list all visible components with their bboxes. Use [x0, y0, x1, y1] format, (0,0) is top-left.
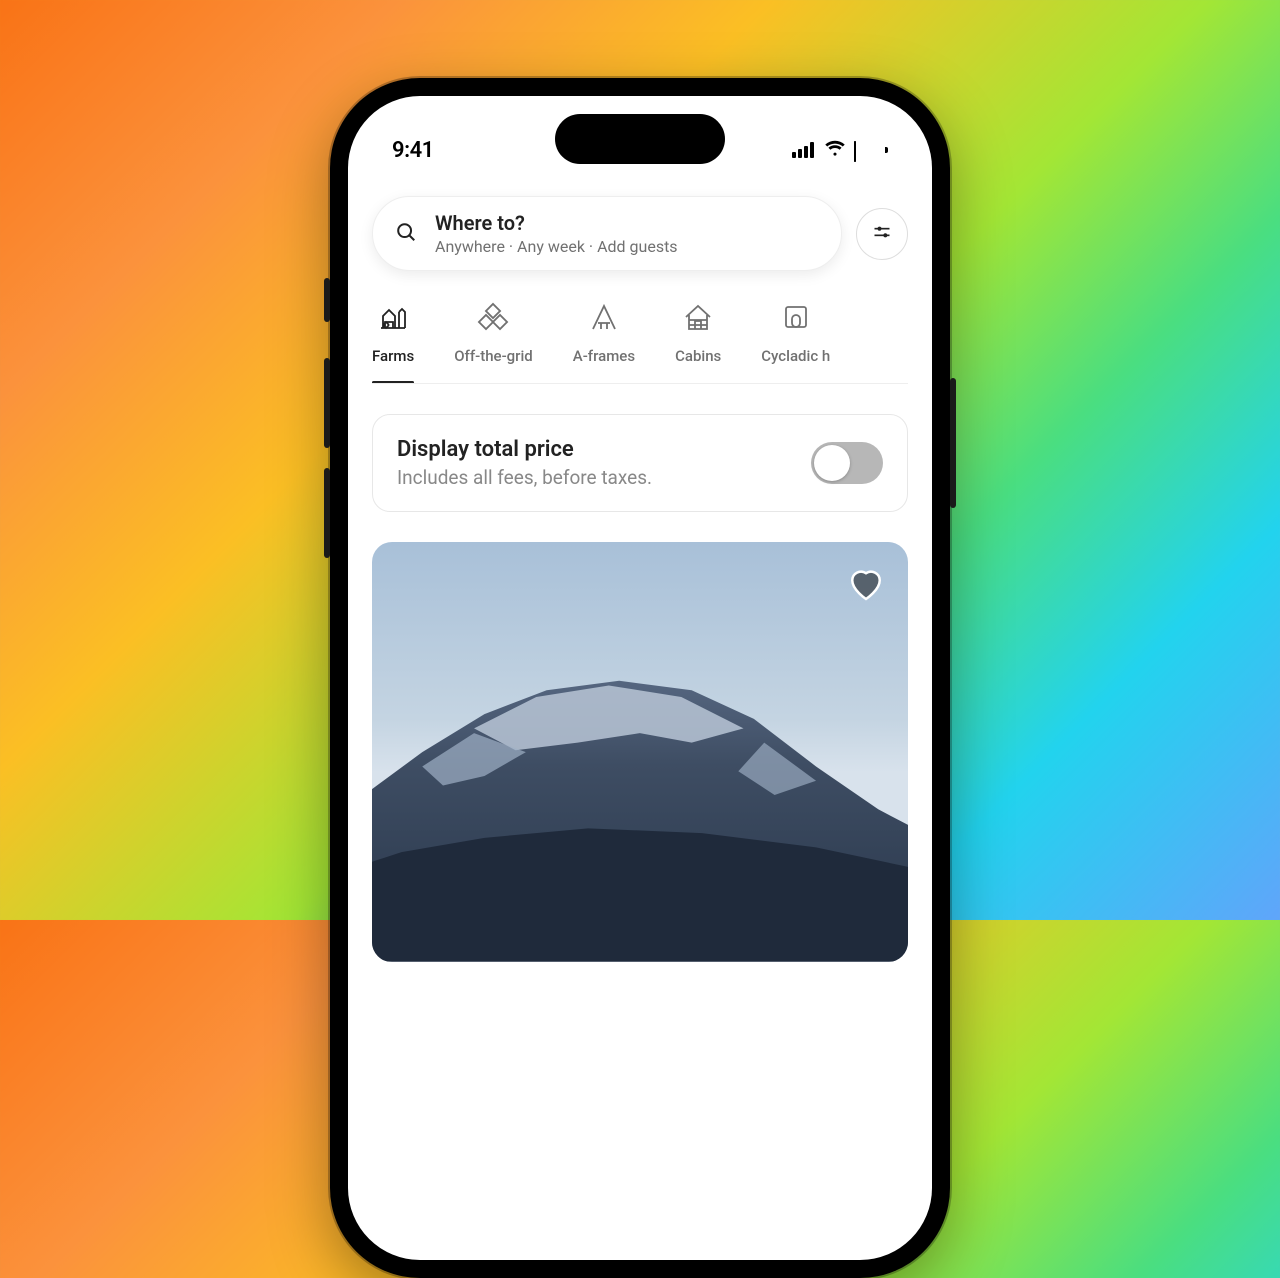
tab-cycladic[interactable]: Cycladic h [761, 301, 830, 383]
tab-farms[interactable]: Farms [372, 301, 414, 383]
phone-side-button [324, 358, 330, 448]
tab-label: Cycladic h [761, 347, 830, 365]
tab-label: Off-the-grid [454, 347, 533, 365]
filter-button[interactable] [856, 208, 908, 260]
cellular-icon [792, 142, 816, 158]
cabin-icon [682, 301, 714, 337]
price-toggle-title: Display total price [397, 437, 652, 462]
search-bar[interactable]: Where to? Anywhere · Any week · Add gues… [372, 196, 842, 271]
phone-side-button [950, 378, 956, 508]
heart-icon [846, 589, 886, 608]
wifi-icon [824, 139, 846, 161]
phone-screen: 9:41 Where to [348, 96, 932, 1260]
battery-icon [854, 142, 888, 158]
tab-label: Farms [372, 347, 414, 365]
price-toggle-text: Display total price Includes all fees, b… [397, 437, 652, 489]
phone-side-button [324, 468, 330, 558]
listing-card[interactable] [372, 542, 908, 962]
category-tabs: Farms Off-the-grid A-frames [372, 301, 908, 384]
tab-label: A-frames [573, 347, 635, 365]
app-content: Where to? Anywhere · Any week · Add gues… [348, 196, 932, 1260]
listing-image-mountain [372, 676, 908, 962]
phone-side-button [324, 278, 330, 322]
search-text: Where to? Anywhere · Any week · Add gues… [435, 211, 678, 256]
tab-a-frames[interactable]: A-frames [573, 301, 635, 383]
search-icon [395, 221, 417, 247]
dynamic-island [555, 114, 725, 164]
grid-icon [477, 301, 509, 337]
status-indicators [792, 139, 888, 161]
search-title: Where to? [435, 211, 678, 235]
tab-cabins[interactable]: Cabins [675, 301, 721, 383]
toggle-knob [814, 445, 850, 481]
sliders-icon [872, 222, 892, 246]
status-time: 9:41 [392, 138, 434, 163]
search-subtitle: Anywhere · Any week · Add guests [435, 237, 678, 256]
tab-off-the-grid[interactable]: Off-the-grid [454, 301, 533, 383]
price-toggle-subtitle: Includes all fees, before taxes. [397, 466, 652, 489]
aframe-icon [588, 301, 620, 337]
favorite-button[interactable] [846, 564, 886, 604]
cycladic-icon [780, 301, 812, 337]
price-toggle-switch[interactable] [811, 442, 883, 484]
farm-icon [377, 301, 409, 337]
tab-label: Cabins [675, 347, 721, 365]
display-total-price-card: Display total price Includes all fees, b… [372, 414, 908, 512]
phone-frame: 9:41 Where to [330, 78, 950, 1278]
